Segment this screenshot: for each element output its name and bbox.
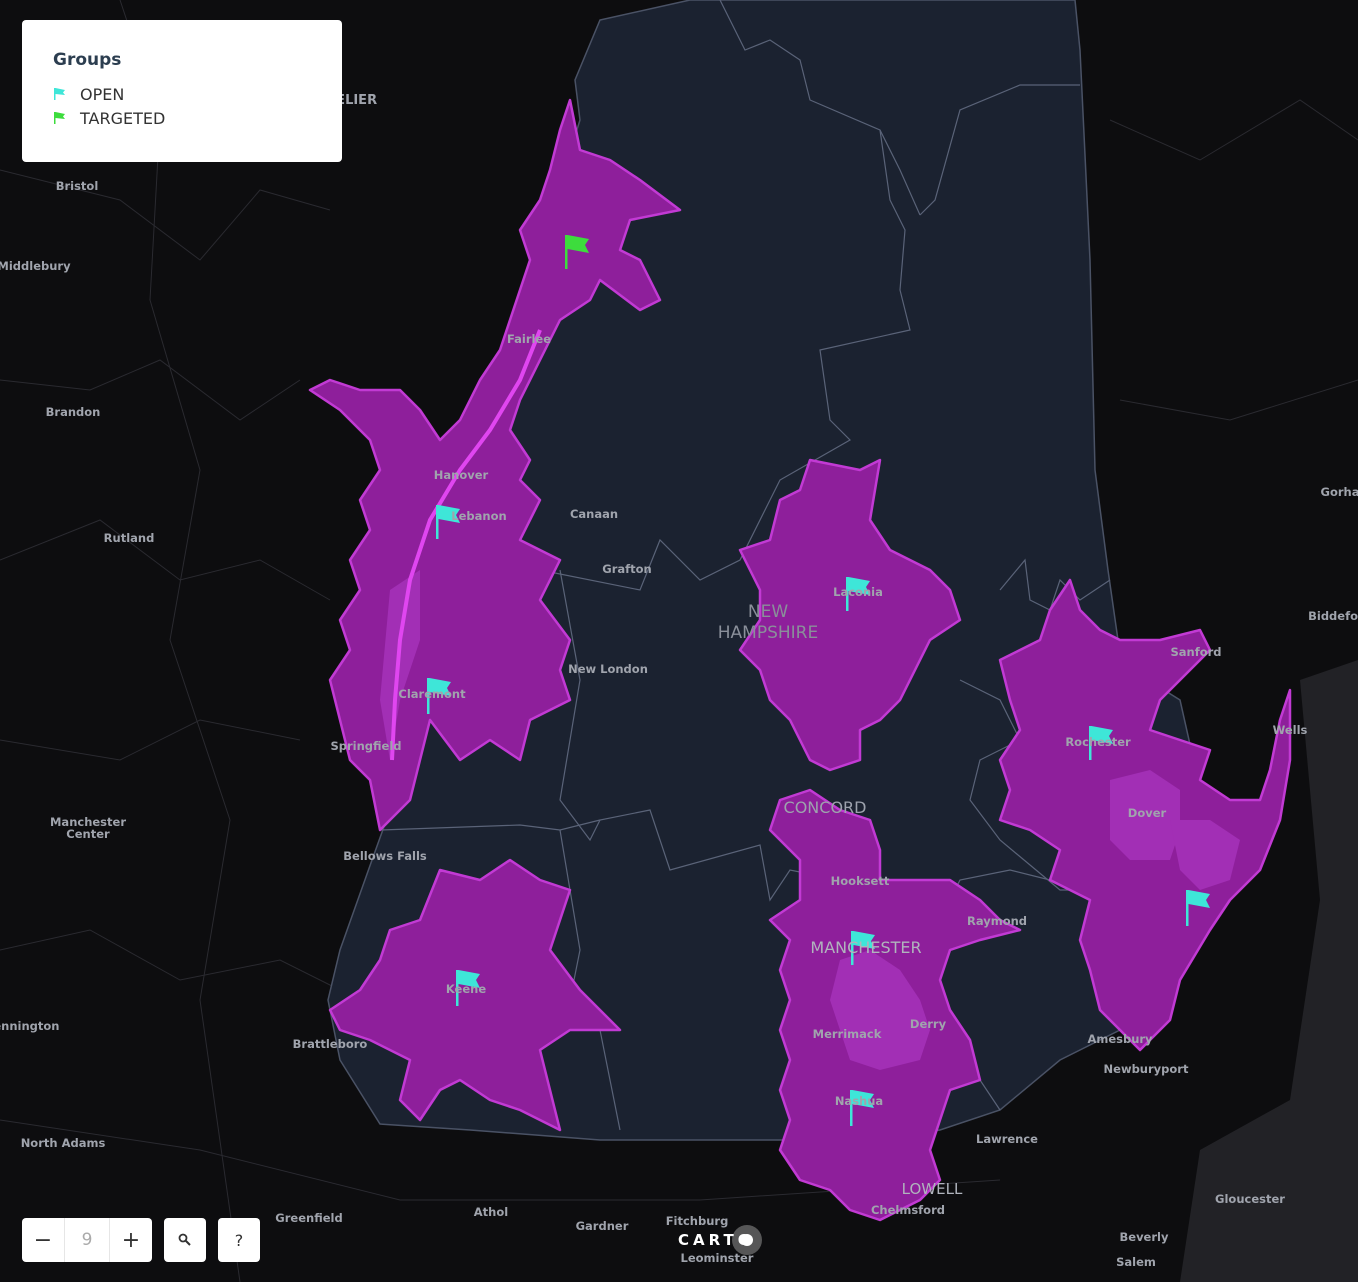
state-label: HAMPSHIRE [718, 623, 818, 643]
place-label: Middlebury [0, 259, 71, 273]
place-label: Springfield [330, 739, 401, 753]
map-canvas[interactable]: NEW HAMPSHIRE CONCORD MANCHESTER LOWELL … [0, 0, 1358, 1282]
place-label: North Adams [21, 1136, 106, 1150]
place-label: Dover [1128, 806, 1167, 820]
targeted-flag-icon [54, 112, 65, 124]
legend-item-targeted: TARGETED [53, 106, 311, 130]
place-label: Lebanon [451, 509, 506, 523]
place-label: Canaan [570, 507, 618, 521]
place-label: Gorham [1321, 485, 1358, 499]
place-label: Brandon [46, 405, 101, 419]
place-label: Chelmsford [871, 1203, 945, 1217]
place-label: Biddeford [1308, 609, 1358, 623]
place-label: Beverly [1120, 1230, 1169, 1244]
place-label: Bristol [56, 179, 99, 193]
place-label: Nashua [835, 1094, 883, 1108]
place-label: Bellows Falls [343, 849, 427, 863]
city-label: LOWELL [902, 1180, 963, 1198]
place-label: Bennington [0, 1019, 59, 1033]
place-label: Laconia [833, 585, 883, 599]
place-label: Wells [1273, 723, 1308, 737]
place-label: Gloucester [1215, 1192, 1285, 1206]
place-label: Raymond [967, 914, 1027, 928]
place-label: Merrimack [813, 1027, 882, 1041]
carto-attribution[interactable]: CARTO [678, 1225, 762, 1255]
city-label: MANCHESTER [810, 938, 921, 957]
zoom-in-button[interactable]: + [110, 1218, 152, 1262]
place-label: Hooksett [831, 874, 890, 888]
place-label: Rochester [1065, 735, 1131, 749]
zoom-level: 9 [64, 1218, 110, 1262]
place-label: Brattleboro [293, 1037, 368, 1051]
place-label: Hanover [434, 468, 489, 482]
place-label: Derry [910, 1017, 947, 1031]
place-label: Amesbury [1087, 1032, 1153, 1046]
place-label: Salem [1116, 1255, 1156, 1269]
place-label: Claremont [398, 687, 466, 701]
carto-logo-dot-inner [741, 1234, 753, 1246]
place-label: New London [568, 662, 648, 676]
map-controls: − 9 + ? [22, 1218, 260, 1262]
state-label: NEW [748, 602, 788, 622]
place-label: Fairlee [507, 332, 551, 346]
legend-title: Groups [53, 50, 122, 70]
place-label: Keene [446, 982, 486, 996]
zoom-out-button[interactable]: − [22, 1218, 64, 1262]
legend-label: OPEN [80, 84, 125, 104]
legend-label: TARGETED [80, 108, 166, 128]
place-label: Sanford [1170, 645, 1221, 659]
legend-panel: Groups OPEN TARGETED [22, 20, 342, 162]
help-button[interactable]: ? [218, 1218, 260, 1262]
place-label: Center [66, 827, 110, 841]
open-flag-icon [54, 88, 65, 100]
place-label: Athol [474, 1205, 508, 1219]
place-label: Lawrence [976, 1132, 1038, 1146]
place-label: Greenfield [275, 1211, 342, 1225]
legend-item-open: OPEN [53, 82, 311, 106]
place-label: Newburyport [1104, 1062, 1189, 1076]
search-icon [178, 1233, 191, 1246]
search-button[interactable] [164, 1218, 206, 1262]
place-label: Rutland [104, 531, 155, 545]
place-label: Grafton [602, 562, 651, 576]
place-label: Gardner [576, 1219, 629, 1233]
zoom-control: − 9 + [22, 1218, 152, 1262]
city-label: CONCORD [784, 798, 867, 817]
